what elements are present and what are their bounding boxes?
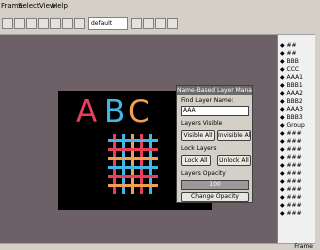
tool-button-icon[interactable] <box>62 18 73 29</box>
layer-row[interactable]: ◆ BBB2 <box>280 98 316 106</box>
find-label: Find Layer Name: <box>181 97 234 104</box>
tool-button-icon[interactable] <box>131 18 142 29</box>
layer-row[interactable]: ◆ ### <box>280 154 316 162</box>
layer-row[interactable]: ◆ ### <box>280 178 316 186</box>
grid-line <box>108 139 158 142</box>
layer-row[interactable]: ◆ ### <box>280 146 316 154</box>
grid-line <box>108 175 158 178</box>
change-opacity-button[interactable]: Change Opacity <box>181 192 249 202</box>
tool-button-icon[interactable] <box>26 18 37 29</box>
opacity-slider[interactable]: 100 <box>181 180 249 190</box>
visible-all-button[interactable]: Visible All <box>181 130 215 141</box>
layer-row[interactable]: ◆ AAA2 <box>280 90 316 98</box>
grid-line <box>108 157 158 160</box>
tool-button-icon[interactable] <box>155 18 166 29</box>
toolbar: default <box>0 14 315 35</box>
layer-panel: ◆ ## ◆ ## ◆ BBB ◆ CCC ◆ AAA1 ◆ BBB1 ◆ AAA2 ◆ BB… <box>277 35 315 243</box>
canvas-letter-b: B <box>104 94 126 130</box>
layer-row[interactable]: ◆ Group <box>280 122 316 130</box>
layer-row[interactable]: ◆ ### <box>280 130 316 138</box>
layer-row[interactable]: ◆ ### <box>280 210 316 218</box>
tool-button-icon[interactable] <box>50 18 61 29</box>
layer-row[interactable]: ◆ ### <box>280 162 316 170</box>
tool-button-icon[interactable] <box>167 18 178 29</box>
layer-row[interactable]: ◆ BBB <box>280 58 316 66</box>
layer-row[interactable]: ◆ ### <box>280 186 316 194</box>
layer-row[interactable]: ◆ ## <box>280 50 316 58</box>
layer-row[interactable]: ◆ CCC <box>280 66 316 74</box>
invisible-all-button[interactable]: Invisible All <box>217 130 251 141</box>
tool-button-icon[interactable] <box>2 18 13 29</box>
layer-row[interactable]: ◆ BBB3 <box>280 114 316 122</box>
menu-select[interactable]: Select <box>18 2 40 11</box>
lock-label: Lock Layers <box>181 145 217 152</box>
grid-line <box>108 166 158 169</box>
visible-label: Layers Visible <box>181 120 223 127</box>
layer-row[interactable]: ◆ ### <box>280 138 316 146</box>
find-layer-input[interactable]: AAA <box>181 106 249 116</box>
tool-button-icon[interactable] <box>74 18 85 29</box>
brush-select[interactable]: default <box>88 17 128 30</box>
grid-line <box>108 148 158 151</box>
tool-button-icon[interactable] <box>143 18 154 29</box>
status-frame-text: Frame <box>294 243 313 250</box>
layer-row[interactable]: ◆ ### <box>280 202 316 210</box>
layer-manager-dialog: Name-Based Layer Manager Find Layer Name… <box>176 85 253 203</box>
layer-row[interactable]: ◆ AAA3 <box>280 106 316 114</box>
opacity-label: Layers Opacity <box>181 170 226 177</box>
menu-bar: Frame Select View Help <box>0 0 315 14</box>
canvas-letter-c: C <box>128 94 150 130</box>
tool-button-icon[interactable] <box>14 18 25 29</box>
layer-row[interactable]: ◆ AAA1 <box>280 74 316 82</box>
dialog-title[interactable]: Name-Based Layer Manager <box>177 86 252 95</box>
grid-line <box>108 184 158 187</box>
lock-all-button[interactable]: Lock All <box>181 155 211 166</box>
menu-help[interactable]: Help <box>52 2 68 11</box>
layer-row[interactable]: ◆ ### <box>280 170 316 178</box>
layer-row[interactable]: ◆ BBB1 <box>280 82 316 90</box>
tool-button-icon[interactable] <box>38 18 49 29</box>
layer-row[interactable]: ◆ ### <box>280 194 316 202</box>
canvas-letter-a: A <box>76 94 98 130</box>
unlock-all-button[interactable]: Unlock All <box>217 155 251 166</box>
status-bar: Frame <box>0 243 315 250</box>
layer-row[interactable]: ◆ ## <box>280 42 316 50</box>
